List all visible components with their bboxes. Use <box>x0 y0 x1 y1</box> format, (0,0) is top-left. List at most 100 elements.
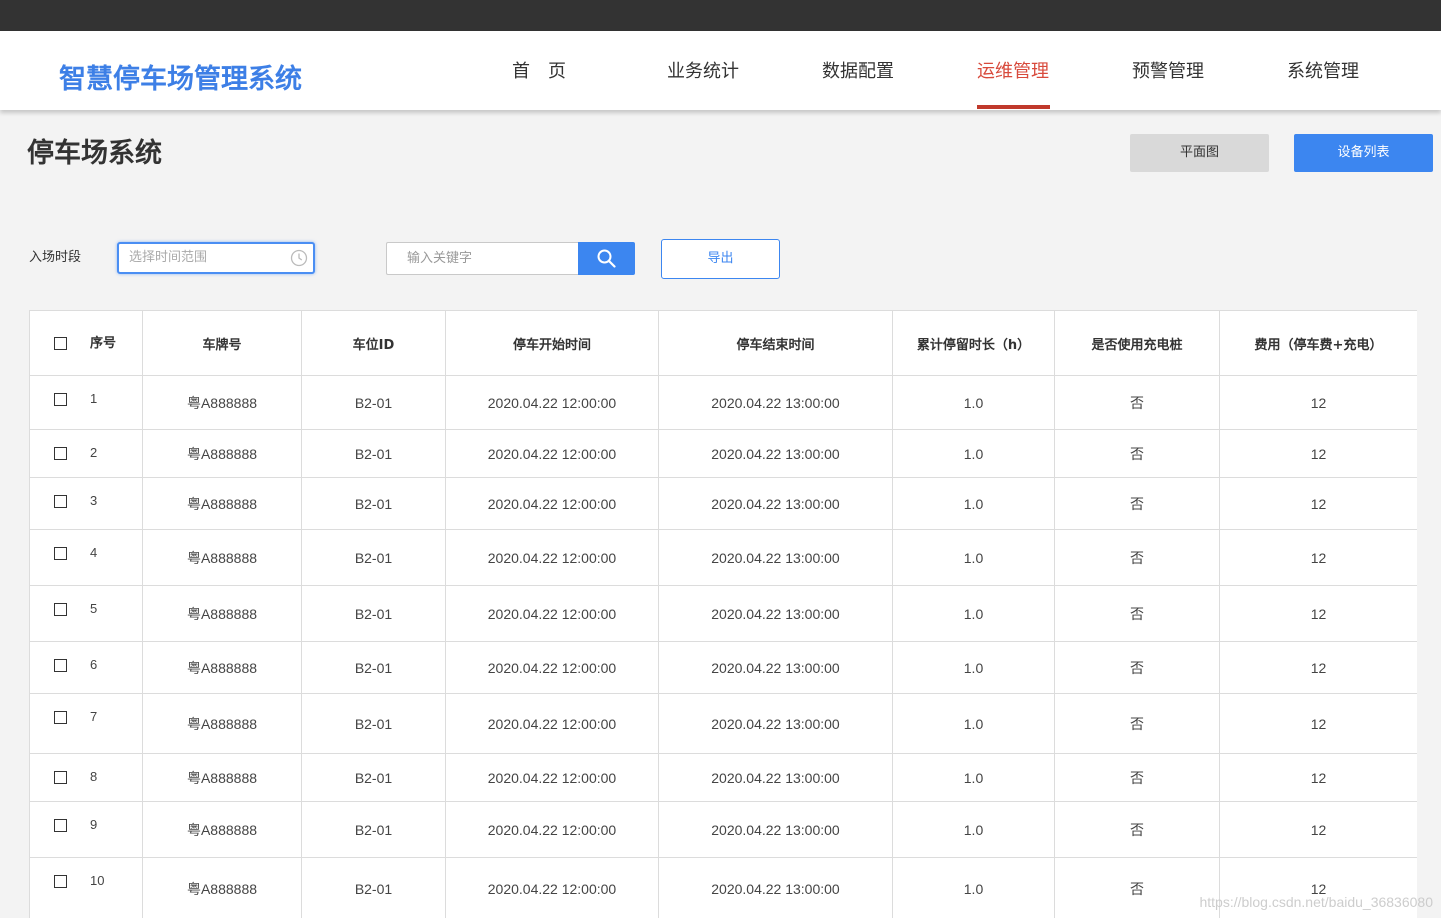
row-checkbox[interactable] <box>54 602 67 616</box>
nav-item-business-stats[interactable]: 业务统计 <box>667 60 739 84</box>
row-checkbox[interactable] <box>54 392 67 406</box>
nav-item-home[interactable]: 首 页 <box>512 60 566 84</box>
index-wrapper: 5 <box>54 600 142 616</box>
fee-cell: 12 <box>1219 585 1417 642</box>
start-time-cell: 2020.04.22 12:00:00 <box>445 477 659 530</box>
row-checkbox[interactable] <box>54 546 67 560</box>
end-time-cell: 2020.04.22 13:00:00 <box>658 801 893 858</box>
column-header-fee: 费用（停车费+充电） <box>1219 310 1417 376</box>
search-icon <box>597 249 616 268</box>
slot-id-cell: B2-01 <box>301 585 446 642</box>
index-wrapper: 2 <box>54 444 142 460</box>
start-time-cell: 2020.04.22 12:00:00 <box>445 529 659 586</box>
slot-id-cell: B2-01 <box>301 429 446 478</box>
table-row: 2 粤A888888 B2-01 2020.04.22 12:00:00 2020.04… <box>29 429 1417 478</box>
slot-id-cell: B2-01 <box>301 857 446 918</box>
charging-cell: 否 <box>1054 753 1220 802</box>
row-checkbox[interactable] <box>54 818 67 832</box>
date-range-placeholder: 选择时间范围 <box>129 250 208 265</box>
index-wrapper: 10 <box>54 872 142 888</box>
search-button[interactable] <box>578 242 635 275</box>
plate-cell: 粤A888888 <box>142 375 302 430</box>
index-cell: 2 <box>29 429 143 478</box>
plate-cell: 粤A888888 <box>142 585 302 642</box>
parking-records-table: 序号 车牌号 车位ID 停车开始时间 停车结束时间 累计停留时长（h） 是否使用… <box>29 310 1417 918</box>
plate-cell: 粤A888888 <box>142 641 302 694</box>
column-header-slot-id: 车位ID <box>301 310 446 376</box>
row-checkbox[interactable] <box>54 658 67 672</box>
duration-cell: 1.0 <box>892 857 1055 918</box>
slot-id-cell: B2-01 <box>301 753 446 802</box>
index-wrapper: 1 <box>54 390 142 406</box>
row-checkbox[interactable] <box>54 446 67 460</box>
nav-item-alert-management[interactable]: 预警管理 <box>1132 60 1204 84</box>
fee-cell: 12 <box>1219 429 1417 478</box>
end-time-cell: 2020.04.22 13:00:00 <box>658 857 893 918</box>
table-row: 7 粤A888888 B2-01 2020.04.22 12:00:00 2020.04… <box>29 693 1417 754</box>
nav-item-data-config[interactable]: 数据配置 <box>822 60 894 84</box>
start-time-cell: 2020.04.22 12:00:00 <box>445 857 659 918</box>
app-logo-title[interactable]: 智慧停车场管理系统 <box>59 63 302 97</box>
column-header-plate: 车牌号 <box>142 310 302 376</box>
row-index: 7 <box>90 709 98 724</box>
keyword-search-input[interactable]: 输入关键字 <box>386 242 579 275</box>
plate-cell: 粤A888888 <box>142 753 302 802</box>
charging-cell: 否 <box>1054 801 1220 858</box>
select-all-checkbox[interactable] <box>54 336 67 350</box>
column-header-start-time: 停车开始时间 <box>445 310 659 376</box>
duration-cell: 1.0 <box>892 529 1055 586</box>
duration-cell: 1.0 <box>892 641 1055 694</box>
end-time-cell: 2020.04.22 13:00:00 <box>658 693 893 754</box>
row-checkbox[interactable] <box>54 494 67 508</box>
duration-cell: 1.0 <box>892 585 1055 642</box>
export-button[interactable]: 导出 <box>661 239 780 279</box>
slot-id-cell: B2-01 <box>301 477 446 530</box>
start-time-cell: 2020.04.22 12:00:00 <box>445 801 659 858</box>
plate-cell: 粤A888888 <box>142 857 302 918</box>
index-cell: 3 <box>29 477 143 530</box>
date-range-input[interactable]: 选择时间范围 <box>117 242 315 274</box>
keyword-placeholder: 输入关键字 <box>407 251 473 266</box>
table-row: 9 粤A888888 B2-01 2020.04.22 12:00:00 2020.04… <box>29 801 1417 858</box>
start-time-cell: 2020.04.22 12:00:00 <box>445 753 659 802</box>
table-row: 1 粤A888888 B2-01 2020.04.22 12:00:00 2020.04… <box>29 375 1417 430</box>
column-header-duration: 累计停留时长（h） <box>892 310 1055 376</box>
row-checkbox[interactable] <box>54 770 67 784</box>
device-list-button[interactable]: 设备列表 <box>1294 134 1433 172</box>
charging-cell: 否 <box>1054 429 1220 478</box>
table-row: 3 粤A888888 B2-01 2020.04.22 12:00:00 2020.04… <box>29 477 1417 530</box>
nav-item-system-management[interactable]: 系统管理 <box>1287 60 1359 84</box>
start-time-cell: 2020.04.22 12:00:00 <box>445 693 659 754</box>
table-row: 4 粤A888888 B2-01 2020.04.22 12:00:00 2020.04… <box>29 529 1417 586</box>
row-checkbox[interactable] <box>54 874 67 888</box>
fee-cell: 12 <box>1219 375 1417 430</box>
charging-cell: 否 <box>1054 477 1220 530</box>
slot-id-cell: B2-01 <box>301 801 446 858</box>
slot-id-cell: B2-01 <box>301 693 446 754</box>
row-index: 5 <box>90 601 98 616</box>
table-header-row: 序号 车牌号 车位ID 停车开始时间 停车结束时间 累计停留时长（h） 是否使用… <box>29 310 1417 376</box>
index-wrapper: 8 <box>54 768 142 784</box>
start-time-cell: 2020.04.22 12:00:00 <box>445 585 659 642</box>
duration-cell: 1.0 <box>892 477 1055 530</box>
row-index: 4 <box>90 545 98 560</box>
charging-cell: 否 <box>1054 585 1220 642</box>
index-cell: 7 <box>29 693 143 754</box>
slot-id-cell: B2-01 <box>301 641 446 694</box>
row-index: 10 <box>90 873 105 888</box>
plate-cell: 粤A888888 <box>142 429 302 478</box>
floor-plan-button[interactable]: 平面图 <box>1130 134 1269 172</box>
index-wrapper: 4 <box>54 544 142 560</box>
fee-cell: 12 <box>1219 801 1417 858</box>
plate-cell: 粤A888888 <box>142 529 302 586</box>
nav-item-ops-management[interactable]: 运维管理 <box>977 60 1049 84</box>
index-wrapper: 6 <box>54 656 142 672</box>
table-row: 8 粤A888888 B2-01 2020.04.22 12:00:00 2020.04… <box>29 753 1417 802</box>
row-index: 9 <box>90 817 98 832</box>
index-wrapper: 7 <box>54 708 142 724</box>
plate-cell: 粤A888888 <box>142 693 302 754</box>
index-wrapper: 3 <box>54 492 142 508</box>
index-cell: 9 <box>29 801 143 858</box>
end-time-cell: 2020.04.22 13:00:00 <box>658 641 893 694</box>
row-checkbox[interactable] <box>54 710 67 724</box>
